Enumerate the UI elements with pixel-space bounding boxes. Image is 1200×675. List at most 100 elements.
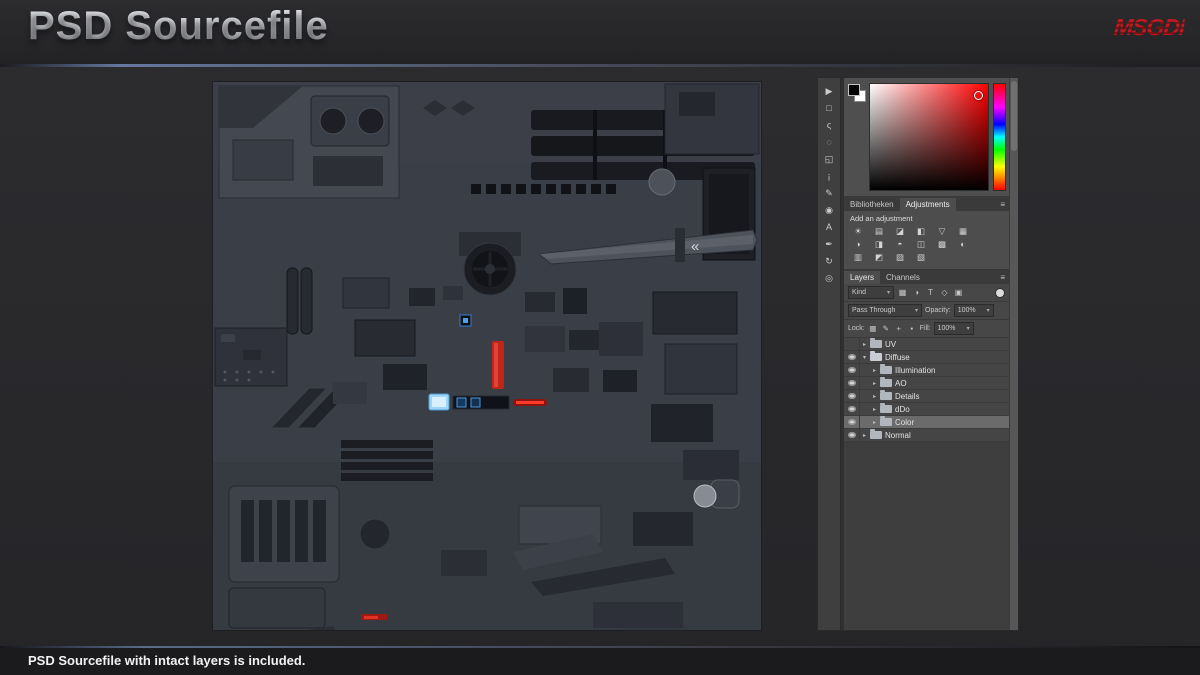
visibility-toggle-icon[interactable] [844, 416, 860, 428]
filter-smart-objects-icon[interactable]: ▣ [953, 288, 964, 297]
selective-color-icon[interactable]: ▨ [892, 252, 908, 263]
layer-row-diffuse[interactable]: ▾ Diffuse [844, 351, 1009, 364]
layer-name: AO [895, 379, 907, 388]
color-field-marker[interactable] [974, 91, 983, 100]
levels-icon[interactable]: ▤ [871, 226, 887, 237]
foreground-color-swatch[interactable] [848, 84, 860, 96]
type-tool-icon[interactable]: A [821, 221, 837, 233]
invert-icon[interactable]: ◐ [955, 239, 971, 250]
layer-name: UV [885, 340, 896, 349]
layer-row-color[interactable]: ▸ Color [844, 416, 1009, 429]
crop-tool-icon[interactable]: ◱ [821, 153, 837, 165]
tab-adjustments[interactable]: Adjustments [900, 198, 956, 211]
visibility-toggle-icon[interactable] [844, 429, 860, 441]
layer-row-ddo[interactable]: ▸ dDo [844, 403, 1009, 416]
expand-arrow-icon[interactable]: ▸ [870, 380, 879, 387]
channel-mixer-icon[interactable]: ◫ [913, 239, 929, 250]
filter-type-layers-icon[interactable]: T [925, 288, 936, 297]
visibility-toggle-icon[interactable] [844, 364, 860, 376]
lock-transparency-icon[interactable]: ▦ [868, 324, 878, 333]
pen-tool-icon[interactable]: ✒ [821, 238, 837, 250]
quick-selection-tool-icon[interactable]: ◌ [821, 136, 837, 148]
visibility-toggle-icon[interactable] [844, 377, 860, 389]
marquee-tool-icon[interactable]: □ [821, 102, 837, 114]
brightness-contrast-icon[interactable]: ☀ [850, 226, 866, 237]
kind-filter-dropdown[interactable]: Kind ▾ [848, 286, 894, 299]
panel-scrollbar[interactable] [1009, 78, 1018, 630]
fill-value: 100% [938, 325, 956, 332]
layer-name: Normal [885, 431, 911, 440]
filter-toggle-icon[interactable] [995, 288, 1005, 298]
exposure-icon[interactable]: ◧ [913, 226, 929, 237]
lock-label: Lock: [848, 325, 865, 332]
layer-row-details[interactable]: ▸ Details [844, 390, 1009, 403]
page-title: PSD Sourcefile [28, 4, 329, 49]
expand-arrow-icon[interactable]: ▾ [860, 354, 869, 361]
adjustments-tab-bar: Bibliotheken Adjustments ≡ [844, 197, 1009, 211]
color-field[interactable] [869, 83, 989, 191]
lock-position-icon[interactable]: + [894, 324, 904, 333]
expand-arrow-icon[interactable]: ▸ [860, 341, 869, 348]
filter-shape-layers-icon[interactable]: ◇ [939, 288, 950, 297]
footer-bar: PSD Sourcefile with intact layers is inc… [0, 648, 1200, 675]
layer-row-uv[interactable]: ▸ UV [844, 338, 1009, 351]
lock-pixels-icon[interactable]: ✎ [881, 324, 891, 333]
layer-name: Illumination [895, 366, 935, 375]
rotate-view-tool-icon[interactable]: ↻ [821, 255, 837, 267]
gradient-map-icon[interactable]: ▧ [913, 252, 929, 263]
move-tool-icon[interactable]: ▶ [821, 85, 837, 97]
layers-menu-icon[interactable]: ≡ [1000, 273, 1005, 282]
layer-row-illumination[interactable]: ▸ Illumination [844, 364, 1009, 377]
foreground-background-swatch[interactable] [848, 84, 865, 101]
decal-chevron-text: « [691, 238, 699, 255]
opacity-label: Opacity: [925, 307, 951, 314]
tab-layers[interactable]: Layers [844, 271, 880, 284]
folder-icon [880, 366, 892, 374]
lock-all-icon[interactable]: ▪ [907, 324, 917, 333]
expand-arrow-icon[interactable]: ▸ [870, 419, 879, 426]
tab-channels[interactable]: Channels [880, 271, 926, 284]
vibrance-icon[interactable]: ▽ [934, 226, 950, 237]
color-lookup-icon[interactable]: ▩ [934, 239, 950, 250]
panel-menu-icon[interactable]: ≡ [1000, 200, 1005, 209]
fill-label: Fill: [920, 325, 931, 332]
layer-row-ao[interactable]: ▸ AO [844, 377, 1009, 390]
photo-filter-icon[interactable]: ◓ [892, 239, 908, 250]
threshold-icon[interactable]: ◩ [871, 252, 887, 263]
expand-arrow-icon[interactable]: ▸ [870, 367, 879, 374]
expand-arrow-icon[interactable]: ▸ [870, 393, 879, 400]
chevron-down-icon: ▾ [887, 289, 890, 296]
brush-tool-icon[interactable]: ✎ [821, 187, 837, 199]
visibility-toggle-icon[interactable] [844, 390, 860, 402]
eyedropper-tool-icon[interactable]: ¡ [821, 170, 837, 182]
zoom-tool-icon[interactable]: ◎ [821, 272, 837, 284]
header-bar: PSD Sourcefile MSGDI [0, 0, 1200, 64]
layer-name: Details [895, 392, 919, 401]
expand-arrow-icon[interactable]: ▸ [870, 406, 879, 413]
blend-mode-dropdown[interactable]: Pass Through ▾ [848, 304, 922, 317]
layer-row-normal[interactable]: ▸ Normal [844, 429, 1009, 442]
visibility-toggle-icon[interactable] [844, 338, 860, 350]
toolbar: ▶ □ ς ◌ ◱ ¡ ✎ ◉ A ✒ ↻ ◎ [818, 78, 841, 630]
folder-icon [880, 418, 892, 426]
color-balance-icon[interactable]: ◑ [850, 239, 866, 250]
hue-slider[interactable] [993, 83, 1006, 191]
hue-saturation-icon[interactable]: ▦ [955, 226, 971, 237]
lasso-tool-icon[interactable]: ς [821, 119, 837, 131]
filter-pixel-layers-icon[interactable]: ▦ [897, 288, 908, 297]
tab-libraries[interactable]: Bibliotheken [844, 198, 900, 211]
black-white-icon[interactable]: ◨ [871, 239, 887, 250]
footer-caption: PSD Sourcefile with intact layers is inc… [28, 653, 305, 668]
folder-icon [870, 431, 882, 439]
posterize-icon[interactable]: ▥ [850, 252, 866, 263]
filter-adjustment-layers-icon[interactable]: ◑ [911, 288, 922, 297]
visibility-toggle-icon[interactable] [844, 403, 860, 415]
folder-icon [880, 405, 892, 413]
expand-arrow-icon[interactable]: ▸ [860, 432, 869, 439]
fill-field[interactable]: 100% ▾ [934, 322, 974, 335]
clone-stamp-tool-icon[interactable]: ◉ [821, 204, 837, 216]
curves-icon[interactable]: ◪ [892, 226, 908, 237]
scrollbar-thumb[interactable] [1011, 81, 1017, 151]
opacity-field[interactable]: 100% ▾ [954, 304, 994, 317]
visibility-toggle-icon[interactable] [844, 351, 860, 363]
